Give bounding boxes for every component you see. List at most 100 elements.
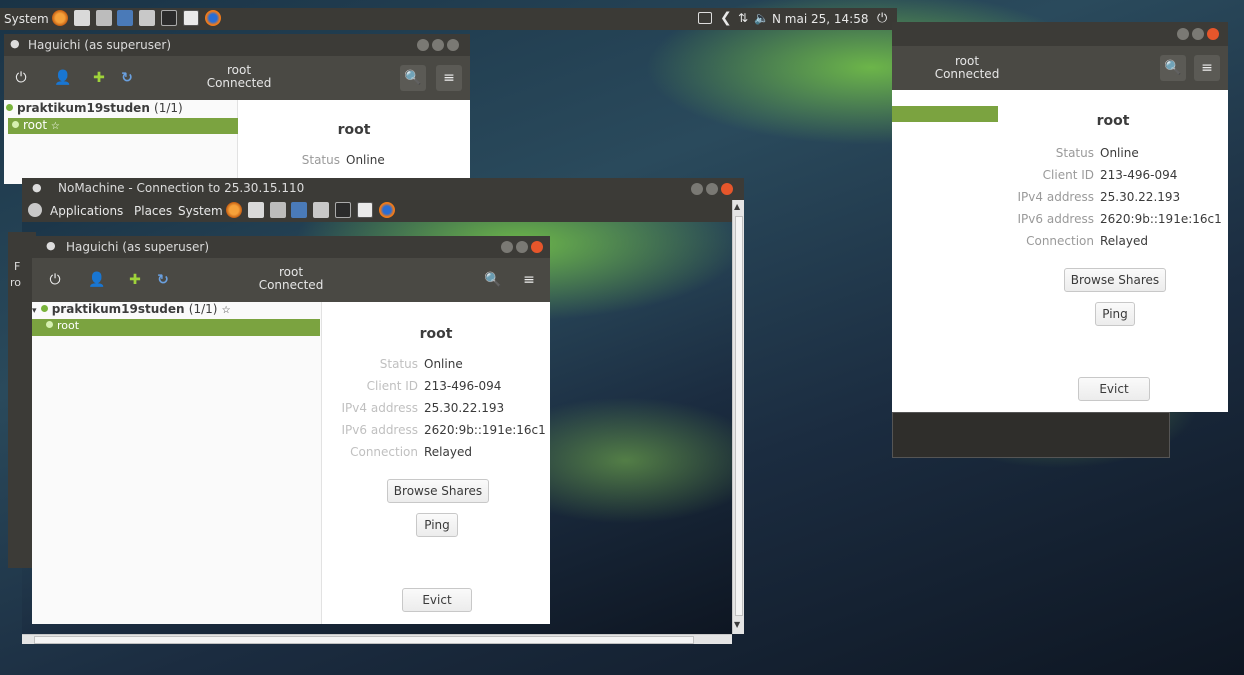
network-list: ▾ praktikum19studen (1/1) ☆ root: [32, 302, 322, 624]
search-button[interactable]: 🔍: [400, 65, 426, 91]
field-value-ipv6: 2620:9b::191e:16c1: [1100, 212, 1222, 226]
window-menu-icon[interactable]: ●: [32, 181, 42, 194]
system-monitor-icon[interactable]: [182, 10, 199, 26]
minimize-icon[interactable]: [691, 183, 703, 195]
member-name: root: [23, 118, 48, 132]
horizontal-scrollbar[interactable]: [22, 634, 732, 644]
window-menu-icon[interactable]: ●: [46, 239, 56, 252]
system-monitor-icon[interactable]: [356, 202, 373, 218]
network-icon[interactable]: ⇅: [738, 11, 748, 25]
browse-shares-button[interactable]: Browse Shares: [387, 479, 489, 503]
keyboard-indicator-icon[interactable]: [698, 12, 712, 24]
field-value-connection: Relayed: [1100, 234, 1148, 248]
window-controls: [498, 241, 543, 256]
menu-button[interactable]: ≡: [1194, 55, 1220, 81]
maximize-icon[interactable]: [1192, 28, 1204, 40]
minimize-icon[interactable]: [417, 39, 429, 51]
user-button[interactable]: 👤: [50, 65, 76, 91]
image-viewer-icon[interactable]: [313, 202, 330, 218]
maximize-icon[interactable]: [432, 39, 444, 51]
menu-button[interactable]: ≡: [516, 267, 542, 293]
places-menu[interactable]: Places: [134, 204, 172, 218]
network-row[interactable]: praktikum19studen (1/1): [6, 101, 183, 115]
ubuntu-logo-icon[interactable]: [28, 203, 42, 217]
close-icon[interactable]: [447, 39, 459, 51]
field-label-status: Status: [1055, 146, 1094, 160]
scroll-thumb[interactable]: [34, 636, 694, 644]
star-icon[interactable]: ☆: [222, 305, 231, 316]
scroll-thumb[interactable]: [735, 216, 743, 616]
background-window-fragment: [892, 412, 1170, 458]
firefox-icon[interactable]: [204, 10, 221, 26]
menu-button[interactable]: ≡: [436, 65, 462, 91]
field-label-ipv4: IPv4 address: [341, 401, 418, 415]
clock[interactable]: N mai 25, 14:58: [772, 12, 868, 26]
close-icon[interactable]: [531, 241, 543, 253]
field-label-client-id: Client ID: [1042, 168, 1094, 182]
chevron-left-icon[interactable]: ❮: [720, 10, 732, 26]
ping-button[interactable]: Ping: [416, 513, 458, 537]
system-menu[interactable]: System: [4, 12, 49, 26]
browse-shares-button[interactable]: Browse Shares: [1064, 268, 1166, 292]
tools-icon[interactable]: [95, 10, 112, 26]
partial-text: F: [14, 260, 21, 273]
refresh-button[interactable]: ↻: [114, 65, 140, 91]
text-editor-icon[interactable]: [73, 10, 90, 26]
refresh-button[interactable]: ↻: [150, 267, 176, 293]
text-editor-icon[interactable]: [247, 202, 264, 218]
search-icon[interactable]: [226, 202, 242, 218]
headerbar: root Connected 🔍 ≡: [892, 46, 1228, 90]
maximize-icon[interactable]: [706, 183, 718, 195]
scroll-up-arrow-icon[interactable]: ▲: [734, 202, 740, 211]
search-button[interactable]: 🔍: [1160, 55, 1186, 81]
terminal-icon[interactable]: [335, 202, 352, 218]
system-menu[interactable]: System: [178, 204, 223, 218]
star-icon[interactable]: ☆: [51, 121, 60, 132]
field-value-ipv4: 25.30.22.193: [424, 401, 505, 415]
power-button[interactable]: ⏻: [8, 65, 34, 91]
calculator-icon[interactable]: [117, 10, 134, 26]
member-row[interactable]: root: [32, 319, 320, 336]
firefox-icon[interactable]: [378, 202, 395, 218]
minimize-icon[interactable]: [501, 241, 513, 253]
applications-menu[interactable]: Applications: [50, 204, 123, 218]
window-titlebar[interactable]: [892, 22, 1228, 46]
header-status: Connected: [258, 278, 324, 292]
add-network-button[interactable]: ✚: [122, 267, 148, 293]
ping-button[interactable]: Ping: [1095, 302, 1135, 326]
field-value-ipv6: 2620:9b::191e:16c1: [424, 423, 546, 437]
evict-button[interactable]: Evict: [402, 588, 472, 612]
expander-icon[interactable]: ▾: [32, 306, 37, 316]
calculator-icon[interactable]: [291, 202, 308, 218]
tools-icon[interactable]: [269, 202, 286, 218]
network-row[interactable]: ▾ praktikum19studen (1/1) ☆: [32, 302, 231, 316]
power-icon[interactable]: ⏻: [877, 11, 887, 26]
vertical-scrollbar[interactable]: ▲ ▼: [732, 200, 744, 634]
window-content: root Status Online Client ID 213-496-094…: [892, 90, 1228, 412]
member-row[interactable]: [892, 106, 998, 122]
add-network-button[interactable]: ✚: [86, 65, 112, 91]
search-icon[interactable]: [52, 10, 68, 26]
network-list: praktikum19studen (1/1) root ☆: [4, 100, 238, 184]
minimize-icon[interactable]: [1177, 28, 1189, 40]
scroll-down-arrow-icon[interactable]: ▼: [734, 620, 740, 629]
image-viewer-icon[interactable]: [139, 10, 156, 26]
online-dot-icon: [46, 321, 53, 328]
window-titlebar[interactable]: ● Haguichi (as superuser): [32, 236, 550, 258]
window-titlebar[interactable]: ● Haguichi (as superuser): [4, 34, 470, 56]
close-icon[interactable]: [721, 183, 733, 195]
partial-text: ro: [10, 276, 22, 289]
close-icon[interactable]: [1207, 28, 1219, 40]
member-row[interactable]: root ☆: [8, 118, 238, 134]
evict-button[interactable]: Evict: [1078, 377, 1150, 401]
window-titlebar[interactable]: ● NoMachine - Connection to 25.30.15.110: [22, 178, 744, 200]
maximize-icon[interactable]: [516, 241, 528, 253]
power-button[interactable]: ⏻: [42, 267, 68, 293]
volume-icon[interactable]: 🔈: [754, 11, 769, 25]
field-value-client-id: 213-496-094: [1100, 168, 1178, 182]
terminal-icon[interactable]: [161, 10, 178, 26]
user-button[interactable]: 👤: [84, 267, 110, 293]
search-button[interactable]: 🔍: [480, 267, 506, 293]
window-menu-icon[interactable]: ●: [10, 37, 20, 50]
member-name: root: [57, 319, 80, 332]
